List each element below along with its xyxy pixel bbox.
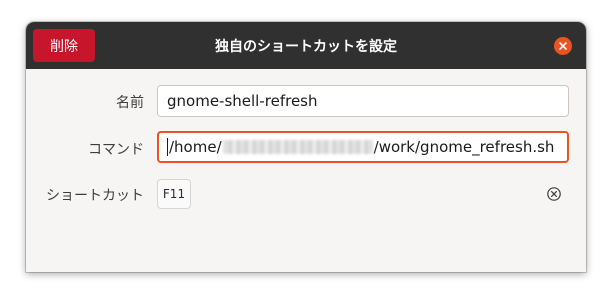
text-cursor (167, 138, 168, 156)
dialog-title: 独自のショートカットを設定 (215, 38, 397, 55)
close-button[interactable] (554, 37, 572, 55)
name-field[interactable]: gnome-shell-refresh (157, 85, 569, 117)
name-value: gnome-shell-refresh (167, 92, 318, 110)
command-prefix: /home/ (169, 138, 222, 156)
command-field[interactable]: /home/ /work/gnome_refresh.sh (157, 131, 569, 163)
custom-shortcut-dialog: 削除 独自のショートカットを設定 名前 gnome-shell-refresh … (26, 22, 586, 272)
redacted-path-segment (222, 140, 373, 154)
close-icon (559, 42, 567, 50)
delete-button[interactable]: 削除 (33, 29, 95, 62)
command-suffix: /work/gnome_refresh.sh (373, 138, 555, 156)
shortcut-accelerator[interactable]: F11 (157, 179, 191, 209)
header-bar: 削除 独自のショートカットを設定 (26, 22, 586, 69)
command-label: コマンド (88, 142, 144, 158)
name-label: 名前 (116, 95, 144, 111)
shortcut-label: ショートカット (46, 188, 144, 204)
reset-shortcut-button[interactable] (545, 185, 563, 203)
clear-shortcut-icon (547, 187, 561, 201)
